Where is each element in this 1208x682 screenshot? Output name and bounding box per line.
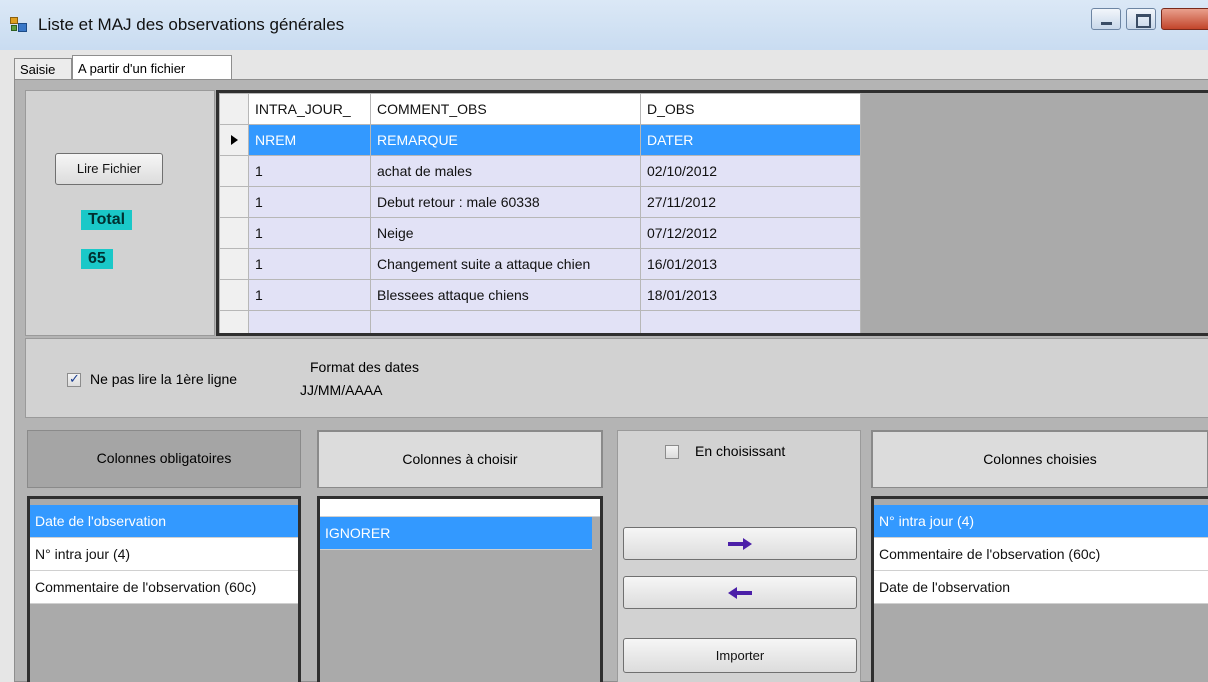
minimize-button[interactable] — [1091, 8, 1121, 30]
list-item[interactable]: Date de l'observation — [874, 571, 1208, 604]
import-button[interactable]: Importer — [623, 638, 857, 673]
grid-cell[interactable]: 18/01/2013 — [640, 279, 861, 311]
row-header-cell[interactable] — [219, 186, 249, 218]
grid-cell[interactable]: REMARQUE — [370, 124, 641, 156]
row-header-cell[interactable] — [219, 217, 249, 249]
file-summary-panel: Lire Fichier Total 65 — [25, 90, 215, 336]
mandatory-columns-header: Colonnes obligatoires — [27, 430, 301, 488]
grid-cell[interactable]: Changement suite a attaque chien — [370, 248, 641, 280]
skip-first-line-checkbox[interactable] — [67, 371, 81, 387]
grid-row[interactable]: 1 Debut retour : male 60338 27/11/2012 — [219, 186, 861, 218]
list-item[interactable]: Date de l'observation — [30, 505, 298, 538]
grid-cell[interactable]: 1 — [248, 217, 371, 249]
chosen-columns-list[interactable]: N° intra jour (4) Commentaire de l'obser… — [871, 496, 1208, 682]
columns-to-choose-header: Colonnes à choisir — [317, 430, 603, 488]
columns-to-choose-list[interactable]: IGNORER — [317, 496, 603, 682]
by-choosing-label[interactable]: En choisissant — [695, 443, 785, 459]
total-count: 65 — [81, 249, 113, 269]
grid-cell[interactable]: Blessees attaque chiens — [370, 279, 641, 311]
grid-cell[interactable]: 1 — [248, 279, 371, 311]
arrow-right-icon — [728, 538, 752, 550]
close-button[interactable] — [1161, 8, 1208, 30]
file-preview-grid[interactable]: INTRA_JOUR_ COMMENT_OBS D_OBS NREM REMAR… — [216, 90, 1208, 336]
current-row-indicator-icon — [230, 135, 238, 145]
window-body: Saisie A partir d'un fichier Lire Fichie… — [0, 50, 1208, 682]
grid-row[interactable]: 1 Blessees attaque chiens 18/01/2013 — [219, 279, 861, 311]
list-item[interactable]: Commentaire de l'observation (60c) — [874, 538, 1208, 571]
grid-column-header[interactable]: D_OBS — [640, 93, 861, 125]
window-title: Liste et MAJ des observations générales — [38, 15, 345, 34]
grid-column-header[interactable]: INTRA_JOUR_ — [248, 93, 371, 125]
grid-row[interactable]: NREM REMARQUE DATER — [219, 124, 861, 156]
tab-saisie[interactable]: Saisie — [14, 58, 72, 80]
app-form-icon[interactable] — [10, 17, 28, 33]
grid-row[interactable]: 1 achat de males 02/10/2012 — [219, 155, 861, 187]
grid-header-row: INTRA_JOUR_ COMMENT_OBS D_OBS — [219, 93, 861, 125]
total-label: Total — [81, 210, 133, 230]
arrow-left-icon — [728, 587, 752, 599]
list-item[interactable]: IGNORER — [320, 517, 592, 550]
grid-cell[interactable]: 02/10/2012 — [640, 155, 861, 187]
grid-row[interactable]: 1 Changement suite a attaque chien 16/01… — [219, 248, 861, 280]
grid-row-partial[interactable] — [219, 310, 861, 333]
title-bar: Liste et MAJ des observations générales — [0, 0, 1208, 50]
date-format-value: JJ/MM/AAAA — [300, 382, 383, 398]
grid-cell[interactable]: Debut retour : male 60338 — [370, 186, 641, 218]
row-header-cell[interactable] — [219, 155, 249, 187]
read-file-button[interactable]: Lire Fichier — [55, 153, 163, 185]
grid-cell[interactable]: 27/11/2012 — [640, 186, 861, 218]
transfer-actions-panel: En choisissant Importer — [617, 430, 861, 682]
grid-cell[interactable]: 07/12/2012 — [640, 217, 861, 249]
mandatory-columns-list[interactable]: Date de l'observation N° intra jour (4) … — [27, 496, 301, 682]
list-item[interactable]: Commentaire de l'observation (60c) — [30, 571, 298, 604]
grid-cell[interactable]: 1 — [248, 155, 371, 187]
row-header-cell[interactable] — [219, 124, 249, 156]
row-header-cell[interactable] — [219, 279, 249, 311]
grid-cell[interactable]: achat de males — [370, 155, 641, 187]
tab-page-from-file: Lire Fichier Total 65 INTRA_JOUR_ COMMEN… — [14, 79, 1208, 682]
tab-from-file[interactable]: A partir d'un fichier — [72, 55, 232, 81]
row-header-cell[interactable] — [219, 248, 249, 280]
grid-cell[interactable]: 16/01/2013 — [640, 248, 861, 280]
grid-cell[interactable]: DATER — [640, 124, 861, 156]
grid-cell[interactable]: 1 — [248, 186, 371, 218]
move-left-button[interactable] — [623, 576, 857, 609]
date-format-label: Format des dates — [310, 359, 419, 375]
list-item[interactable]: N° intra jour (4) — [874, 505, 1208, 538]
options-bar: Ne pas lire la 1ère ligne Format des dat… — [25, 338, 1208, 418]
grid-cell[interactable]: Neige — [370, 217, 641, 249]
grid-column-header[interactable]: COMMENT_OBS — [370, 93, 641, 125]
grid-cell[interactable]: NREM — [248, 124, 371, 156]
grid-row[interactable]: 1 Neige 07/12/2012 — [219, 217, 861, 249]
chosen-columns-header: Colonnes choisies — [871, 430, 1208, 488]
grid-cell[interactable]: 1 — [248, 248, 371, 280]
skip-first-line-label[interactable]: Ne pas lire la 1ère ligne — [90, 371, 237, 387]
list-item[interactable]: N° intra jour (4) — [30, 538, 298, 571]
by-choosing-checkbox[interactable] — [665, 445, 679, 459]
grid-corner-cell — [219, 93, 249, 125]
move-right-button[interactable] — [623, 527, 857, 560]
maximize-button[interactable] — [1126, 8, 1156, 30]
